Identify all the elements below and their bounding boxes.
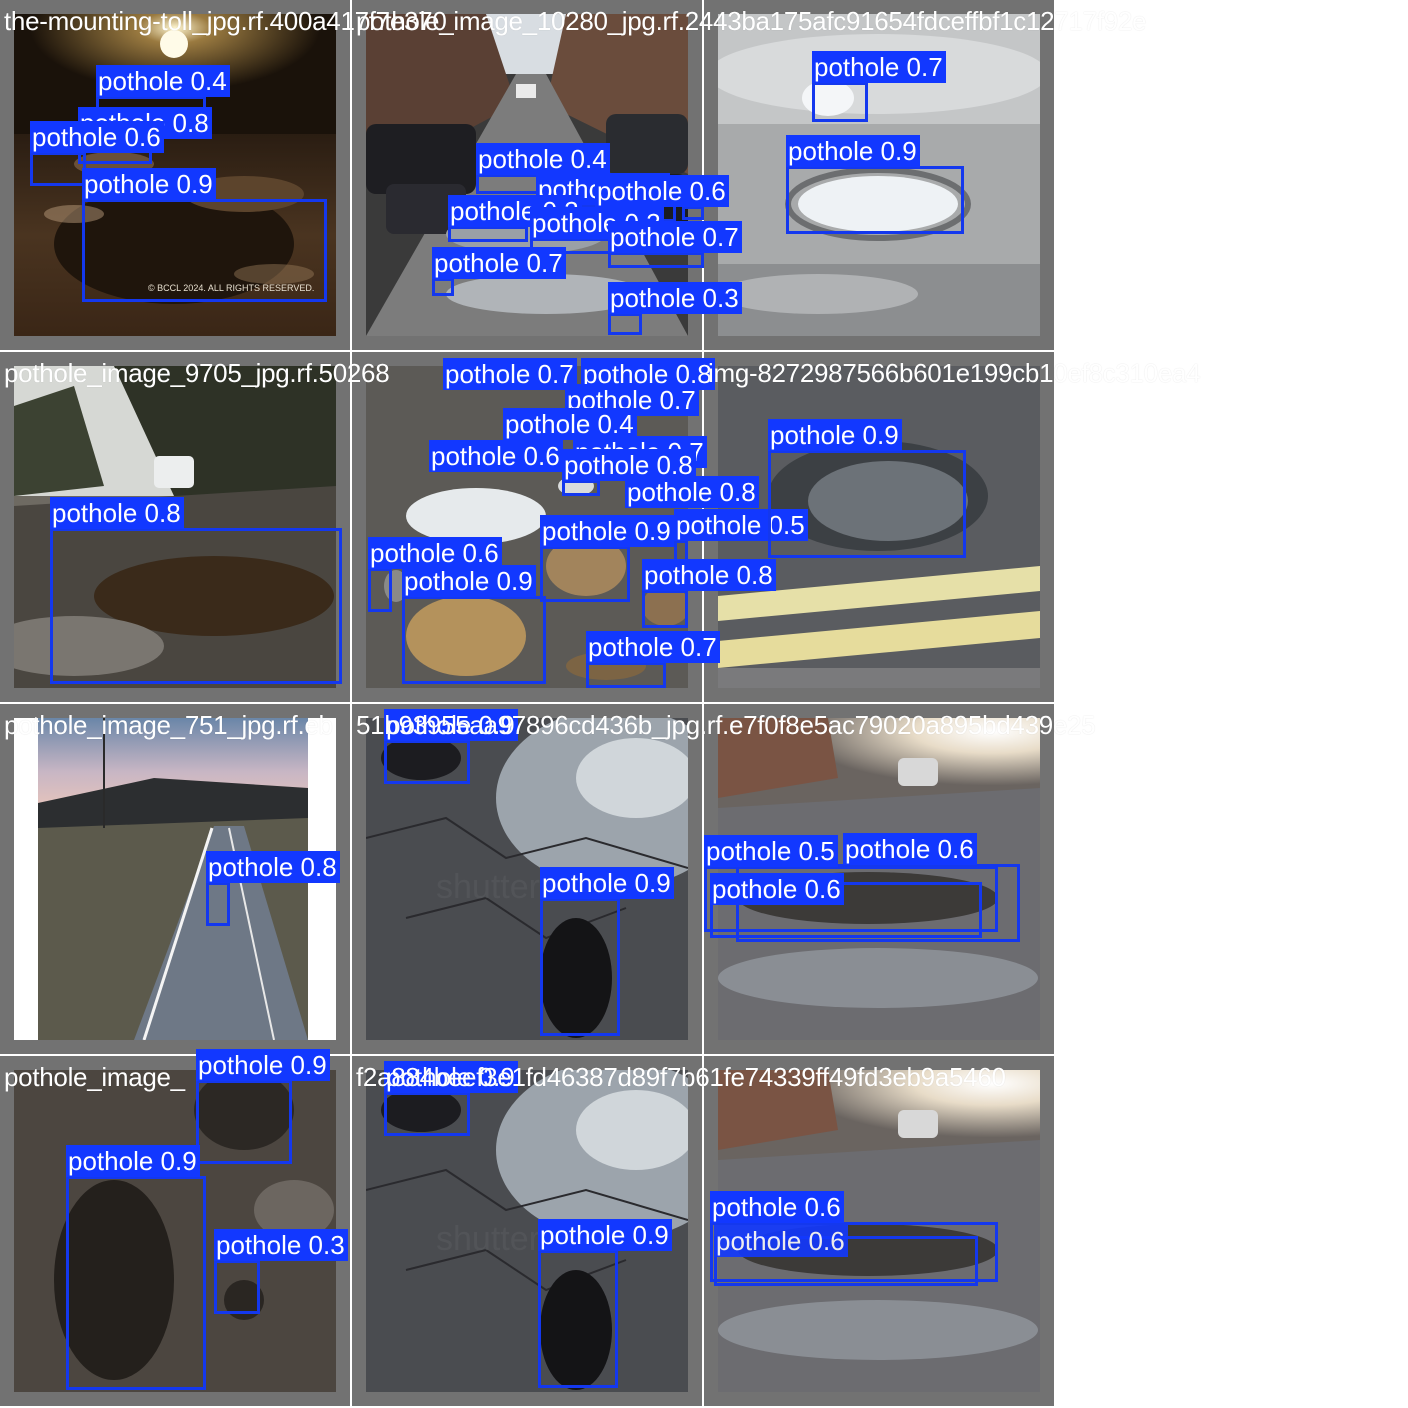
detection-box: pothole 0.3 bbox=[214, 1229, 348, 1314]
detection-label: pothole 0.7 bbox=[586, 631, 720, 663]
detections-layer: pothole 0.8 bbox=[0, 352, 352, 704]
detection-label: pothole 0.6 bbox=[30, 121, 164, 153]
detection-box: pothole 0.9 bbox=[540, 867, 674, 1036]
detection-label: pothole 0.4 bbox=[96, 65, 230, 97]
detection-label: pothole 0.9 bbox=[786, 135, 920, 167]
detection-box: pothole 0.9 bbox=[82, 168, 327, 302]
detection-label: pothole 0.4 bbox=[476, 143, 610, 175]
detection-box: pothole 0.7 bbox=[432, 247, 566, 296]
detection-label: pothole 0.7 bbox=[812, 51, 946, 83]
detection-box: pothole 0.9 bbox=[384, 709, 518, 784]
detection-box: pothole 0.7 bbox=[812, 51, 946, 122]
detection-box: pothole 0.6 bbox=[714, 1225, 978, 1286]
tile-cracked-road-2: shutter pothole 0.9 pothole 0.9 f2a884be… bbox=[352, 1056, 1006, 1408]
detection-label: pothole 0.9 bbox=[196, 1049, 330, 1081]
tile-night-road: pothole 0.4 pothole 0.8 pothole 0.6 poth… bbox=[0, 0, 447, 352]
detection-label: pothole 0.9 bbox=[540, 867, 674, 899]
detection-box: pothole 0.9 bbox=[402, 565, 546, 684]
detections-layer: pothole 0.6 pothole 0.5 pothole 0.6 bbox=[704, 704, 1056, 1056]
detection-box: pothole 0.8 bbox=[562, 449, 696, 496]
detections-layer: pothole 0.6 pothole 0.6 bbox=[704, 1056, 1056, 1408]
tile-yellow-lines: pothole 0.9 img-8272987566b601e199cb10ef… bbox=[704, 352, 1201, 704]
tile-sunny-street: pothole 0.6 pothole 0.5 pothole 0.6 bbox=[704, 704, 1056, 1056]
detections-layer: pothole 0.8 bbox=[0, 704, 352, 1056]
tile-closeup-light: pothole 0.7 pothole 0.9 bbox=[704, 0, 1056, 352]
detection-box: pothole 0.6 bbox=[368, 537, 502, 612]
detection-box: pothole 0.7 bbox=[586, 631, 720, 688]
detection-box: pothole 0.8 bbox=[206, 851, 340, 926]
detections-layer: pothole 0.9 bbox=[704, 352, 1056, 704]
detection-box: pothole 0.3 bbox=[448, 195, 582, 242]
detection-label: pothole 0.7 bbox=[443, 358, 577, 390]
detection-label: pothole 0.9 bbox=[540, 515, 674, 547]
detection-label: pothole 0.3 bbox=[214, 1229, 348, 1261]
tile-sunny-street-2: pothole 0.6 pothole 0.6 bbox=[704, 1056, 1056, 1408]
tile-parked-street: pothole 0.4 pothole 0.4 pothole 0.6 poth… bbox=[352, 0, 1147, 352]
detection-box: pothole 0.9 bbox=[540, 515, 674, 602]
detection-box: pothole 0.9 bbox=[538, 1219, 672, 1388]
detection-label: pothole 0.9 bbox=[402, 565, 536, 597]
detection-box: pothole 0.6 bbox=[30, 121, 164, 186]
detection-label: pothole 0.7 bbox=[432, 247, 566, 279]
detection-label: pothole 0.9 bbox=[82, 168, 216, 200]
detection-label: pothole 0.9 bbox=[384, 709, 518, 741]
tile-dark-asphalt: pothole 0.9 pothole 0.9 pothole 0.3 poth… bbox=[0, 1049, 352, 1408]
detection-box: pothole 0.9 bbox=[768, 419, 966, 558]
detection-label: pothole 0.9 bbox=[538, 1219, 672, 1251]
detection-label: pothole 0.8 bbox=[206, 851, 340, 883]
detection-label: pothole 0.5 bbox=[704, 835, 838, 867]
detection-label: pothole 0.6 bbox=[710, 873, 844, 905]
detection-box: pothole 0.3 bbox=[608, 282, 742, 335]
detections-layer: pothole 0.9 pothole 0.9 bbox=[352, 704, 704, 1056]
detection-label: pothole 0.8 bbox=[50, 497, 184, 529]
detections-layer: pothole 0.9 pothole 0.9 pothole 0.3 bbox=[0, 1049, 352, 1408]
detection-label: pothole 0.6 bbox=[429, 440, 563, 472]
detections-layer: pothole 0.4 pothole 0.8 pothole 0.6 poth… bbox=[0, 0, 352, 352]
detection-box: pothole 0.9 bbox=[384, 1061, 518, 1136]
detection-box: pothole 0.6 bbox=[710, 873, 982, 938]
detections-layer: pothole 0.4 pothole 0.4 pothole 0.6 poth… bbox=[352, 0, 742, 352]
detection-box: pothole 0.7 bbox=[608, 221, 742, 268]
detection-box: pothole 0.6 bbox=[595, 175, 729, 220]
detection-label: pothole 0.9 bbox=[384, 1061, 518, 1093]
detection-label: pothole 0.9 bbox=[768, 419, 902, 451]
tile-puddles: pothole 0.7 pothole 0.8 pothole 0.7 poth… bbox=[352, 352, 808, 704]
detections-layer: pothole 0.7 pothole 0.9 bbox=[704, 0, 1056, 352]
detection-mosaic: pothole 0.4 pothole 0.8 pothole 0.6 poth… bbox=[0, 0, 1201, 1408]
tile-cracked-road: shutter pothole 0.9 pothole 0.9 51b93955… bbox=[352, 704, 1096, 1056]
detection-label: pothole 0.6 bbox=[710, 1191, 844, 1223]
detection-box: pothole 0.8 bbox=[642, 559, 776, 628]
detection-box: pothole 0.8 bbox=[50, 497, 342, 684]
detection-box: pothole 0.9 bbox=[196, 1049, 330, 1164]
detection-label: pothole 0.9 bbox=[66, 1145, 200, 1177]
detection-label: pothole 0.6 bbox=[843, 833, 977, 865]
detections-layer: pothole 0.7 pothole 0.8 pothole 0.7 poth… bbox=[352, 352, 808, 704]
tile-rural-road: pothole 0.8 pothole_image_751_jpg.rf.eb bbox=[0, 704, 352, 1056]
detection-box: pothole 0.9 bbox=[66, 1145, 206, 1390]
detections-layer: pothole 0.9 pothole 0.9 bbox=[352, 1056, 704, 1408]
tile-countryside: pothole 0.8 pothole_image_9705_jpg.rf.50… bbox=[0, 352, 390, 704]
detection-label: pothole 0.6 bbox=[714, 1225, 848, 1257]
detection-box: pothole 0.9 bbox=[786, 135, 964, 234]
